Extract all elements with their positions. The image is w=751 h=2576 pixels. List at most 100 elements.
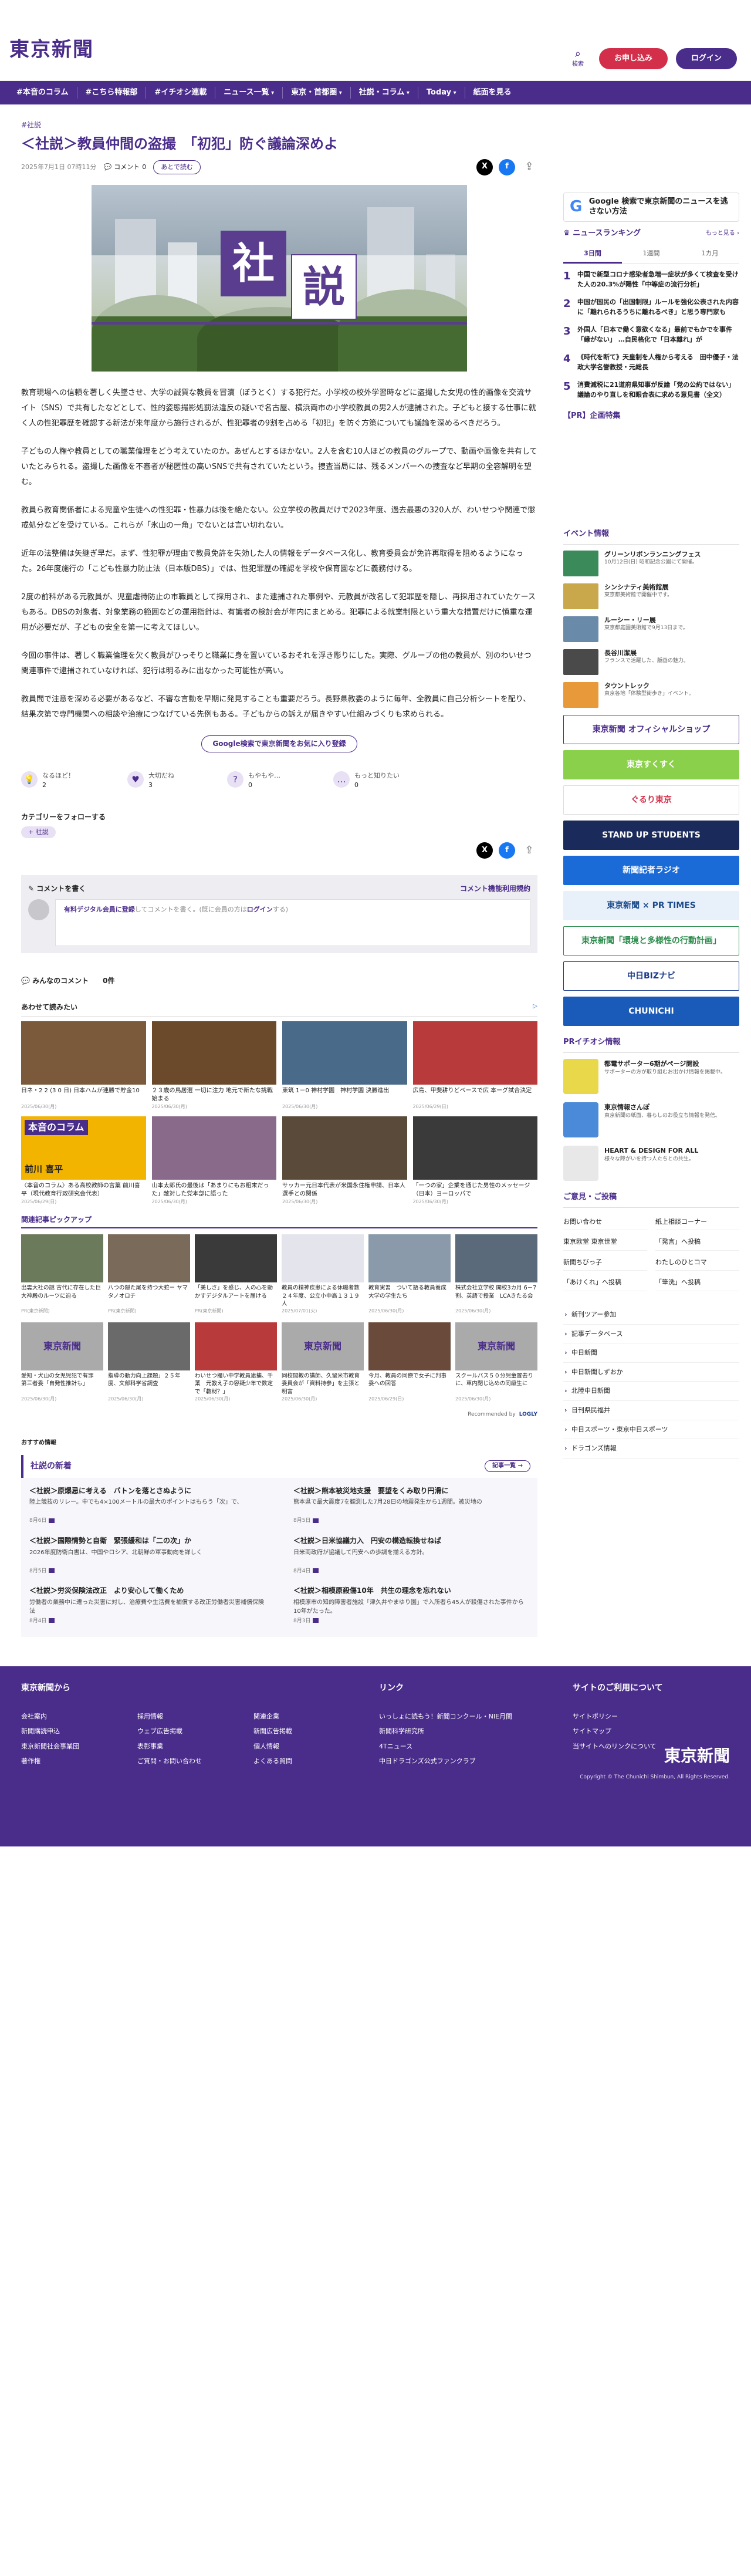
footer-link[interactable]: 個人情報 (253, 1741, 361, 1752)
editorial-item[interactable]: ＜社説＞熊本被災地支援 要望をくみ取り円滑に 熊本県で最大震度7を観測した7月28… (293, 1486, 529, 1525)
event-item[interactable]: グリーンリボンランニングフェス 10月12日(日) 昭和記念公園にて開催。 (563, 550, 739, 576)
reaction-moyamoya[interactable]: ? もやもや… 0 (227, 771, 280, 791)
footer-link[interactable]: 新聞科学研究所 (379, 1726, 555, 1737)
footer-link[interactable]: 新聞広告掲載 (253, 1726, 361, 1737)
related-link[interactable]: 日刊県民福井 (563, 1401, 739, 1420)
nav-item-tokuhobu[interactable]: #こちら特報部 (77, 86, 147, 99)
read-later-button[interactable]: あとで読む (153, 160, 201, 174)
event-item[interactable]: 長谷川潔展 フランスで活躍した、版画の魅力。 (563, 649, 739, 675)
editorial-item[interactable]: ＜社説＞国際情勢と自衛 緊張緩和は「二の次」か 2026年度防衛白書は、中国やロシ… (29, 1536, 265, 1575)
reaction-taisetsu[interactable]: ♥ 大切だね 3 (127, 771, 174, 791)
also-read-card[interactable]: 広島、甲斐耕りどベースで広 本ーグ試合決定 2025/06/29(日) (412, 1021, 537, 1111)
nav-item-ichioshi[interactable]: #イチオシ連載 (146, 86, 216, 99)
editorial-item[interactable]: ＜社説＞相模原殺傷10年 共生の理念を忘れない 相模原市の知的障害者施設「津久井や… (293, 1586, 529, 1625)
nav-item-tokyo[interactable]: 東京・首都圏 (283, 86, 351, 99)
pickup-card[interactable]: 「美しさ」を感じ、人の心を動かすデジタルアートを届ける PR(東京新聞) (195, 1234, 277, 1315)
footer-link[interactable]: いっしょに読もう！新聞コンクール・NIE月間 (379, 1711, 555, 1722)
related-link[interactable]: 北陸中日新聞 (563, 1382, 739, 1401)
guide-link[interactable]: わたしのひとコマ (655, 1254, 739, 1271)
also-read-card[interactable]: 本音のコラム 前川 喜平 〈本音のコラム〉ある高校教師の言葉 前川喜平（現代教育行政… (21, 1116, 146, 1206)
ranking-item[interactable]: 1 中国で新型コロナ感染者急増一症状が多くて検査を受けた人の20.3%が陽性「中等… (563, 270, 739, 289)
nav-item-editorial[interactable]: 社説・コラム (351, 86, 418, 99)
promo-banner[interactable]: 中日BIZナビ (563, 961, 739, 991)
footer-link[interactable]: 会社案内 (21, 1711, 129, 1722)
promo-banner[interactable]: 東京すくすく (563, 749, 739, 779)
also-read-card[interactable]: 山本太郎氏の最後は「あまりにもお粗末だった」敵対した党本部に語った 2025/06… (151, 1116, 276, 1206)
site-logo[interactable]: 東京新聞 (9, 34, 94, 66)
nav-item-today[interactable]: Today (418, 86, 465, 99)
footer-link[interactable]: 関連企業 (253, 1711, 361, 1722)
related-link[interactable]: 中日新聞 (563, 1343, 739, 1363)
pickup-card[interactable]: 八つの隠た尾を持つ大蛇ー ヤマタノオロチ PR(東京新聞) (108, 1234, 190, 1315)
also-read-card[interactable]: サッカー元日本代表が米国永住権申請、日本人選手との関係 2025/06/30(月) (282, 1116, 407, 1206)
guide-link[interactable]: 新聞ちびっ子 (563, 1254, 647, 1271)
event-item[interactable]: ルーシー・リー展 東京都庭園美術館で9月13日まで。 (563, 616, 739, 642)
pr-event-item[interactable]: 東京情報さんぽ 東京新聞の紙面、暮らしのお役立ち情報を発信。 (563, 1102, 739, 1137)
footer-link[interactable]: 中日ドラゴンズ公式ファンクラブ (379, 1756, 555, 1767)
pickup-card[interactable]: 東京新聞 同校間教の講師、久留米市教育委員会が「資料持参」を主張と明言 2025/0… (282, 1322, 364, 1403)
promo-banner[interactable]: ぐるり東京 (563, 785, 739, 815)
promo-banner[interactable]: 東京新聞 オフィシャルショップ (563, 714, 739, 744)
comment-counter[interactable]: 💬 コメント 0 (103, 162, 146, 173)
footer-link[interactable]: サイトポリシー (573, 1711, 725, 1722)
facebook-share-icon[interactable]: f (499, 158, 515, 175)
promo-banner[interactable]: 東京新聞 × PR TIMES (563, 890, 739, 920)
editorial-more-button[interactable]: 記事一覧 → (485, 1460, 530, 1473)
promo-banner[interactable]: 新聞記者ラジオ (563, 855, 739, 885)
nav-item-honne[interactable]: #本音のコラム (8, 86, 77, 99)
tab-1month[interactable]: 1カ月 (681, 245, 739, 264)
facebook-share-icon[interactable]: f (499, 842, 515, 859)
guide-link[interactable]: 東京欧堂 東京世堂 (563, 1234, 647, 1251)
related-link[interactable]: 新刊ツアー参加 (563, 1305, 739, 1325)
register-link[interactable]: 有料デジタル会員に登録 (64, 906, 135, 913)
footer-link[interactable]: サイトマップ (573, 1726, 725, 1737)
comment-rules-link[interactable]: コメント機能利用規約 (460, 883, 530, 894)
footer-link[interactable]: 東京新聞社会事業団 (21, 1741, 129, 1752)
pickup-card[interactable]: 教育実習 ついて語る教員養成大学の学生たち 2025/06/30(月) (368, 1234, 451, 1315)
footer-link[interactable]: 表彰事業 (137, 1741, 245, 1752)
footer-logo[interactable]: 東京新聞 (664, 1743, 730, 1770)
related-link[interactable]: 中日スポーツ・東京中日スポーツ (563, 1420, 739, 1440)
pickup-card[interactable]: 教員の精神疾患による休職者数 ２４年度、公立小中高１３１９人 2025/07/01… (282, 1234, 364, 1315)
pickup-card[interactable]: わいせつ撮い中学教員逮捕、千葉 元教え子の容疑少年で数定で「教材？」 2025/0… (195, 1322, 277, 1403)
footer-link[interactable]: ご質問・お問い合わせ (137, 1756, 245, 1767)
login-button[interactable]: ログイン (675, 48, 737, 69)
event-item[interactable]: タウントレック 東京各地「体験型街歩き」イベント。 (563, 681, 739, 708)
footer-link[interactable]: 採用情報 (137, 1711, 245, 1722)
promo-banner[interactable]: CHUNICHI (563, 996, 739, 1026)
pickup-card[interactable]: 東京新聞 スクールバス５０分児童置去りに、車内閉じ込めの同級生に 2025/06/3… (455, 1322, 537, 1403)
footer-link[interactable]: ウェブ広告掲載 (137, 1726, 245, 1737)
guide-link[interactable]: 「あけくれ」へ投稿 (563, 1274, 647, 1291)
pickup-card[interactable]: 今月、教員の同僚で女子に判事委への回答 2025/06/29(日) (368, 1322, 451, 1403)
also-read-card[interactable]: 「一つの家」企業を通じた男性のメッセージ（日本）ヨーロッパで 2025/06/30… (412, 1116, 537, 1206)
editorial-item[interactable]: ＜社説＞原爆忌に考える バトンを落とさぬように 陸上競技のリレー。中でも4×100… (29, 1486, 265, 1525)
share-icon[interactable]: ⇪ (521, 159, 537, 175)
pickup-card[interactable]: 指導の動力向上課題」２５年度、文部科学省調査 2025/06/30(月) (108, 1322, 190, 1403)
footer-link[interactable]: 著作権 (21, 1756, 129, 1767)
pr-event-item[interactable]: 都電サポーター6期がページ開設 サポーターの方が取り組むお出かけ情報を掲載中。 (563, 1058, 739, 1094)
nav-item-paper[interactable]: 紙面を見る (465, 87, 520, 99)
category-tag[interactable]: #社説 (21, 120, 537, 131)
promo-banner[interactable]: 東京新聞「環境と多様性の行動計画」 (563, 926, 739, 956)
pickup-card[interactable]: 東京新聞 愛知・犬山の女児児犯で有罪 第三者委「自発性推計も」 2025/06/30… (21, 1322, 103, 1403)
ranking-item[interactable]: 4 《時代を断て》天皇制を人権から考える 田中優子・法政大学名誉教授・元総長 (563, 353, 739, 372)
footer-link[interactable]: よくある質問 (253, 1756, 361, 1767)
google-banner[interactable]: G Google 検索で東京新聞のニュースを逃さない方法 (563, 193, 739, 222)
guide-link[interactable]: 「筆洗」へ投稿 (655, 1274, 739, 1291)
x-share-icon[interactable]: X (476, 842, 493, 859)
x-share-icon[interactable]: X (476, 158, 493, 175)
google-follow-button[interactable]: Google検索で東京新聞をお気に入り登録 (201, 735, 357, 752)
nav-item-news[interactable]: ニュース一覧 (215, 86, 283, 99)
footer-link[interactable]: 新聞購読申込 (21, 1726, 129, 1737)
search-button[interactable]: ⌕ 検索 (565, 48, 591, 69)
follow-tag-button[interactable]: + 社説 (21, 826, 56, 838)
also-read-card[interactable]: 東筑 1－0 神村学園 神村学園 決勝進出 2025/06/30(月) (282, 1021, 407, 1111)
pickup-card[interactable]: 株式会社立学校 開校3カ月 6－7割、英語で授業 LCAきたる会 2025/06/… (455, 1234, 537, 1315)
related-link[interactable]: 記事データベース (563, 1325, 739, 1344)
also-read-card[interactable]: ２３歳の鳥居選 一切に注力 地元で新たな挑戦始まる 2025/06/30(月) (151, 1021, 276, 1111)
ranking-item[interactable]: 3 外国人「日本で働く意欲くなる」最前でもかでを事件「縁がない」 …自民格化で「日… (563, 325, 739, 345)
tab-1week[interactable]: 1週間 (622, 245, 681, 264)
ad-choices-icon[interactable]: ▷ (533, 1002, 537, 1013)
guide-link[interactable]: 紙上相談コーナー (655, 1214, 739, 1231)
login-link[interactable]: ログイン (247, 906, 273, 913)
